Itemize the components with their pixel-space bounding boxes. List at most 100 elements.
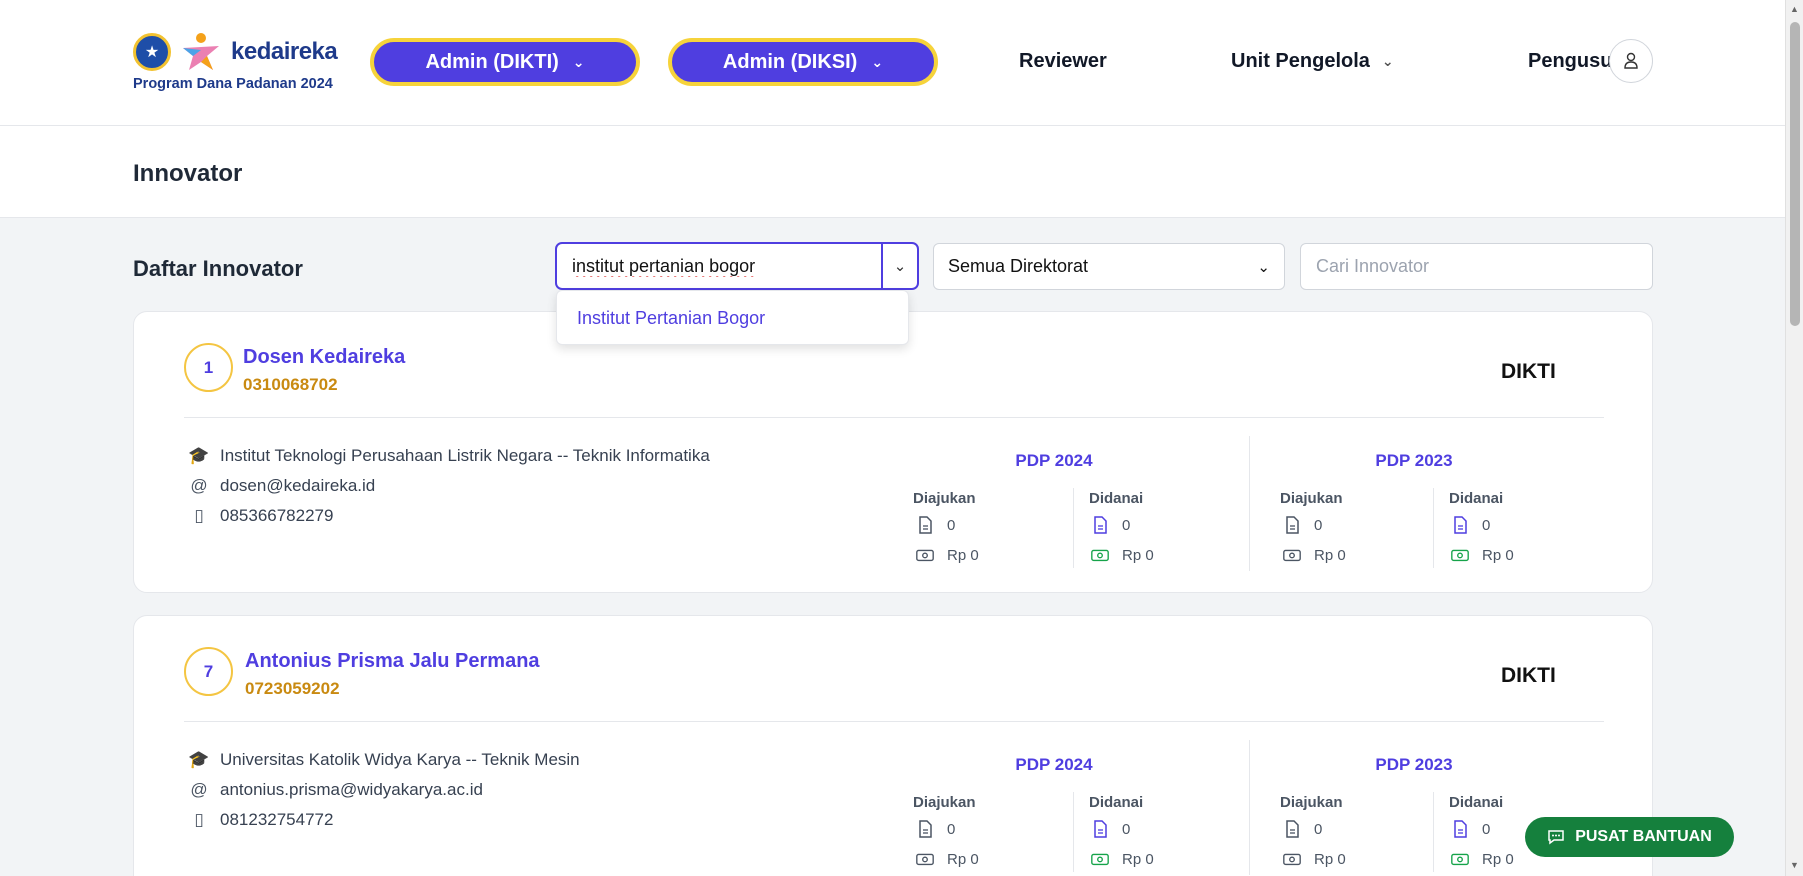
innovator-search-input[interactable] (1300, 243, 1653, 290)
phone-icon: ▯ (194, 506, 204, 525)
funded-count-value: 0 (1122, 820, 1131, 838)
phone-icon: ▯ (194, 810, 204, 829)
funded-amount: Rp 0 (1090, 849, 1154, 869)
pdp-divider (1249, 740, 1250, 875)
funded-count: 0 (1090, 819, 1130, 839)
document-icon (1286, 516, 1299, 534)
funded-count: 0 (1090, 515, 1130, 535)
institution-text: Institut Teknologi Perusahaan Listrik Ne… (220, 446, 710, 465)
funded-count: 0 (1450, 819, 1490, 839)
dropdown-option[interactable]: Institut Pertanian Bogor (577, 308, 765, 329)
submitted-count-value: 0 (1314, 516, 1323, 534)
page-scrollbar[interactable]: ▲ ▼ (1785, 0, 1803, 876)
chevron-down-icon: ⌄ (1257, 258, 1270, 276)
funded-amount-value: Rp 0 (1122, 546, 1154, 564)
document-icon (1454, 516, 1467, 534)
top-navbar: ★ kedaireka Program Dana Padanan 2024 Ad… (0, 0, 1785, 126)
institution-text: Universitas Katolik Widya Karya -- Tekni… (220, 750, 580, 769)
document-icon (1094, 820, 1107, 838)
at-sign-icon: @ (190, 476, 208, 495)
money-icon (1091, 853, 1109, 866)
admin-dikti-label: Admin (DIKTI) (425, 50, 559, 73)
page-header: Innovator (0, 126, 1785, 218)
innovator-card: 7 Antonius Prisma Jalu Permana 072305920… (133, 615, 1653, 876)
funded-label: Didanai (1449, 794, 1504, 811)
column-divider (1073, 792, 1074, 872)
help-center-label: PUSAT BANTUAN (1575, 828, 1712, 845)
money-icon (916, 853, 934, 866)
scroll-down-arrow-icon[interactable]: ▼ (1790, 860, 1799, 870)
funded-count: 0 (1450, 515, 1490, 535)
chevron-down-icon: ⌄ (572, 53, 585, 70)
submitted-amount-value: Rp 0 (947, 850, 979, 868)
directorate-select[interactable]: Semua Direktorat ⌄ (933, 243, 1285, 290)
funded-amount-value: Rp 0 (1482, 546, 1514, 564)
submitted-count: 0 (1282, 515, 1322, 535)
institution-info: 🎓 Institut Teknologi Perusahaan Listrik … (188, 446, 710, 466)
document-icon (1454, 820, 1467, 838)
innovator-name[interactable]: Antonius Prisma Jalu Permana (245, 650, 540, 673)
user-avatar-button[interactable] (1609, 39, 1653, 83)
document-icon (1286, 820, 1299, 838)
funded-count-value: 0 (1122, 516, 1131, 534)
pdp-year-title: PDP 2024 (1015, 451, 1093, 470)
submitted-count: 0 (915, 515, 955, 535)
email-info: @ dosen@kedaireka.id (188, 476, 375, 496)
funded-label: Didanai (1449, 490, 1504, 507)
admin-diksi-label: Admin (DIKSI) (722, 50, 858, 73)
chat-bubble-icon (1548, 830, 1564, 845)
innovator-name[interactable]: Dosen Kedaireka (243, 346, 405, 369)
admin-dikti-menu-button[interactable]: Admin (DIKTI) ⌄ (370, 38, 640, 86)
scroll-up-arrow-icon[interactable]: ▲ (1790, 4, 1799, 14)
column-divider (1433, 488, 1434, 568)
submitted-label: Diajukan (913, 490, 976, 507)
funded-amount-value: Rp 0 (1122, 850, 1154, 868)
submitted-label: Diajukan (1280, 794, 1343, 811)
nav-reviewer[interactable]: Reviewer (1019, 50, 1107, 73)
funded-count-value: 0 (1482, 516, 1491, 534)
nav-pengusul-label: Pengusul (1528, 50, 1619, 72)
column-divider (1073, 488, 1074, 568)
nav-unit-pengelola[interactable]: Unit Pengelola ⌄ (1231, 50, 1394, 73)
money-icon (1283, 853, 1301, 866)
submitted-amount-value: Rp 0 (1314, 546, 1346, 564)
pdp-divider (1249, 436, 1250, 571)
institution-combobox[interactable]: ⌄ (555, 242, 919, 290)
document-icon (919, 516, 932, 534)
nav-unit-pengelola-label: Unit Pengelola (1231, 50, 1370, 72)
nav-pengusul[interactable]: Pengusul (1528, 50, 1618, 73)
innovator-number: 1 (184, 343, 233, 392)
institution-search-input[interactable] (557, 244, 881, 288)
submitted-label: Diajukan (913, 794, 976, 811)
document-icon (1094, 516, 1107, 534)
innovator-number: 7 (184, 647, 233, 696)
pdp-year-title: PDP 2023 (1375, 755, 1453, 774)
submitted-count-value: 0 (1314, 820, 1323, 838)
ministry-emblem-icon: ★ (133, 33, 171, 71)
program-subtitle: Program Dana Padanan 2024 (133, 76, 333, 92)
section-title: Daftar Innovator (133, 256, 303, 281)
submitted-amount: Rp 0 (915, 545, 979, 565)
kedaireka-logo[interactable]: ★ kedaireka Program Dana Padanan 2024 (133, 32, 338, 92)
submitted-amount-value: Rp 0 (1314, 850, 1346, 868)
submitted-count: 0 (1282, 819, 1322, 839)
admin-diksi-menu-button[interactable]: Admin (DIKSI) ⌄ (668, 38, 938, 86)
funded-count-value: 0 (1482, 820, 1491, 838)
innovator-nidn: 0723059202 (245, 679, 340, 698)
help-center-button[interactable]: PUSAT BANTUAN (1525, 817, 1734, 857)
money-icon (1451, 549, 1469, 562)
phone-info: ▯ 081232754772 (188, 810, 333, 830)
institution-dropdown-toggle[interactable]: ⌄ (881, 244, 917, 288)
kedaireka-star-icon (183, 33, 219, 70)
document-icon (919, 820, 932, 838)
graduation-cap-icon: 🎓 (188, 750, 210, 769)
innovator-card: 1 Dosen Kedaireka 0310068702 DIKTI 🎓 Ins… (133, 311, 1653, 593)
money-icon (916, 549, 934, 562)
scrollbar-thumb[interactable] (1790, 22, 1800, 326)
directorate-label: DIKTI (1501, 360, 1556, 383)
pdp-year-title: PDP 2024 (1015, 755, 1093, 774)
submitted-amount: Rp 0 (1282, 545, 1346, 565)
submitted-count-value: 0 (947, 516, 956, 534)
phone-text: 085366782279 (220, 506, 334, 525)
card-divider (184, 417, 1604, 418)
